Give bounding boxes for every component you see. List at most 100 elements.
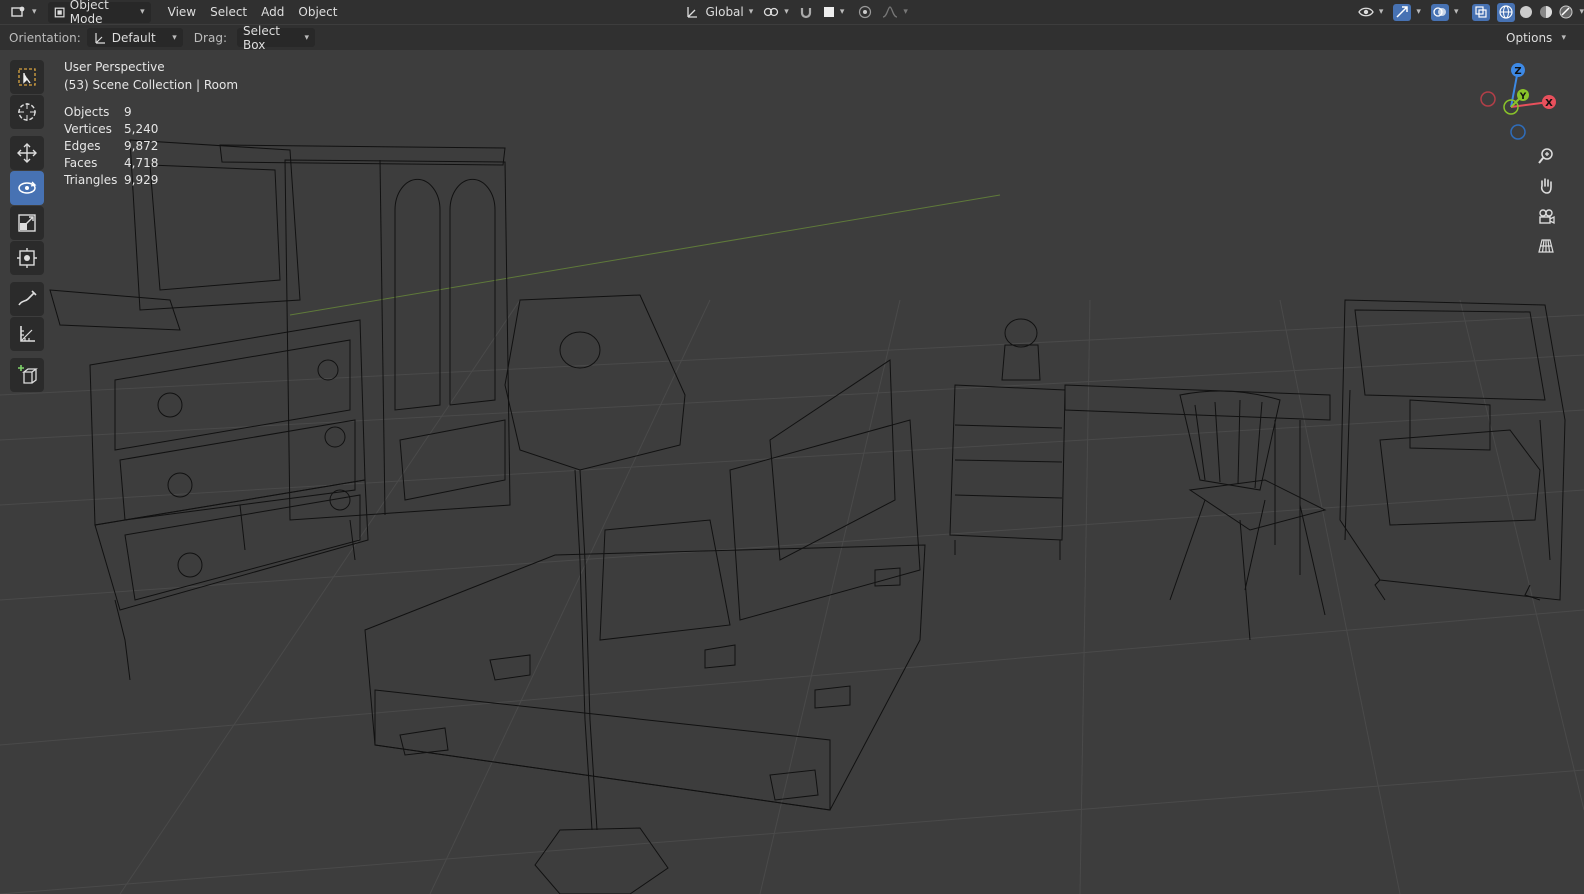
proportional-edit-toggle[interactable]	[853, 3, 877, 22]
annotate-tool[interactable]	[10, 282, 44, 316]
scene-statistics: Objects 9 Vertices 5,240 Edges 9,872 Faces 4…	[64, 104, 158, 189]
stat-row: Edges 9,872	[64, 138, 158, 155]
menu-view[interactable]: View	[161, 5, 203, 19]
drag-value: Select Box	[242, 23, 281, 52]
stat-row: Vertices 5,240	[64, 121, 158, 138]
add-cube-icon	[18, 365, 38, 384]
gizmo-z-label: Z	[1514, 66, 1521, 77]
menu-select[interactable]: Select	[203, 5, 254, 19]
view-menubar: View Select Add Object	[161, 5, 345, 19]
scale-tool[interactable]	[10, 206, 44, 240]
chevron-down-icon: ▾	[1453, 7, 1459, 17]
transform-orientation-label: Global	[705, 5, 744, 19]
falloff-curve-icon	[883, 6, 898, 18]
measure-tool[interactable]	[10, 317, 44, 351]
snap-square-icon	[823, 7, 834, 17]
magnet-icon	[800, 8, 811, 19]
options-dropdown[interactable]: Options ▾	[1500, 28, 1572, 47]
move-tool[interactable]	[10, 136, 44, 170]
overlay-circles-icon	[1433, 7, 1446, 17]
stat-row: Objects 9	[64, 104, 158, 121]
chevron-down-icon[interactable]: ▾	[1579, 7, 1584, 17]
shading-rendered-button[interactable]	[1557, 3, 1575, 22]
wireframe-sphere-icon	[1499, 5, 1514, 19]
snap-target-dropdown[interactable]: ▾	[818, 3, 850, 22]
tool-settings-bar: Orientation: Default ▾ Drag: Select Box …	[0, 24, 1584, 52]
menu-object[interactable]: Object	[291, 5, 344, 19]
xray-icon	[1475, 6, 1488, 18]
stat-value: 5,240	[124, 122, 159, 136]
stat-value: 9	[124, 105, 132, 119]
wireframe-scene	[0, 139, 1584, 894]
snap-toggle[interactable]	[794, 3, 818, 22]
tool-shelf	[8, 60, 46, 393]
transform-tool[interactable]	[10, 241, 44, 275]
chevron-down-icon: ▾	[172, 32, 177, 43]
gizmo-neg-x[interactable]	[1480, 91, 1496, 107]
chevron-down-icon: ▾	[784, 7, 789, 17]
chevron-down-icon: ▾	[1378, 7, 1384, 17]
editor-type-icon	[11, 6, 25, 17]
stat-value: 9,872	[124, 139, 159, 153]
chevron-down-icon: ▾	[1416, 7, 1421, 17]
visibility-dropdown[interactable]: ▾	[1353, 3, 1389, 22]
header-bar: ▾ Object Mode ▾ View Select Add Object G…	[0, 0, 1584, 26]
shading-material-button[interactable]	[1537, 3, 1555, 22]
camera-view-button[interactable]	[1532, 202, 1560, 230]
pan-hand-icon	[1540, 178, 1552, 194]
drag-dropdown[interactable]: Select Box ▾	[236, 24, 315, 52]
stat-row: Triangles 9,929	[64, 172, 158, 189]
mode-dropdown[interactable]: Object Mode ▾	[47, 0, 151, 26]
stat-row: Faces 4,718	[64, 155, 158, 172]
options-label: Options	[1506, 30, 1553, 45]
move-icon	[17, 143, 37, 163]
select-box-icon	[18, 68, 36, 86]
shading-solid-button[interactable]	[1517, 3, 1535, 22]
pan-button[interactable]	[1532, 172, 1560, 200]
select-box-tool[interactable]	[10, 60, 44, 94]
zoom-button[interactable]	[1532, 142, 1560, 170]
eye-icon	[1358, 7, 1374, 17]
gizmo-neg-z[interactable]	[1510, 124, 1526, 140]
solid-sphere-icon	[1520, 6, 1533, 18]
editor-type-button[interactable]: ▾	[6, 3, 42, 22]
proportional-edit-icon	[859, 5, 872, 19]
xray-toggle[interactable]	[1467, 3, 1495, 22]
camera-icon	[1539, 209, 1555, 225]
gizmo-toggle[interactable]: ▾	[1388, 3, 1426, 22]
rotate-icon	[18, 181, 37, 194]
stat-label: Vertices	[64, 122, 112, 136]
drag-label: Drag:	[193, 30, 227, 45]
transform-orientation-dropdown[interactable]: Global ▾	[680, 3, 758, 22]
viewport-info: User Perspective (53) Scene Collection |…	[64, 58, 238, 94]
chevron-down-icon: ▾	[140, 7, 145, 17]
stat-label: Objects	[64, 105, 110, 119]
cursor-tool[interactable]	[10, 95, 44, 129]
3d-viewport[interactable]: User Perspective (53) Scene Collection |…	[0, 50, 1584, 894]
rotate-tool[interactable]	[10, 171, 44, 205]
chevron-down-icon: ▾	[304, 32, 309, 43]
transform-icon	[17, 248, 37, 268]
add-cube-tool[interactable]	[10, 358, 44, 392]
pivot-point-dropdown[interactable]: ▾	[758, 3, 794, 22]
navigation-gizmo[interactable]: Z Y X	[1478, 58, 1568, 148]
mode-label: Object Mode	[69, 0, 109, 26]
stat-label: Edges	[64, 139, 101, 153]
orientation-dropdown[interactable]: Default ▾	[86, 28, 183, 47]
zoom-icon	[1538, 148, 1553, 164]
gizmo-x-label: X	[1545, 98, 1553, 109]
shading-buttons: ▾	[1497, 2, 1584, 22]
chevron-down-icon: ▾	[1561, 32, 1566, 43]
menu-add[interactable]: Add	[254, 5, 291, 19]
chevron-down-icon: ▾	[839, 7, 845, 17]
collection-info: (53) Scene Collection | Room	[64, 78, 239, 92]
overlays-toggle[interactable]: ▾	[1426, 3, 1464, 22]
shading-wireframe-button[interactable]	[1497, 2, 1516, 22]
grid-view-icon	[1538, 239, 1554, 253]
perspective-toggle-button[interactable]	[1532, 232, 1560, 260]
cursor-icon	[18, 103, 36, 121]
stat-value: 9,929	[124, 173, 159, 187]
falloff-dropdown[interactable]: ▾	[877, 3, 913, 22]
stat-label: Faces	[64, 156, 98, 170]
pivot-link-icon	[764, 7, 779, 17]
